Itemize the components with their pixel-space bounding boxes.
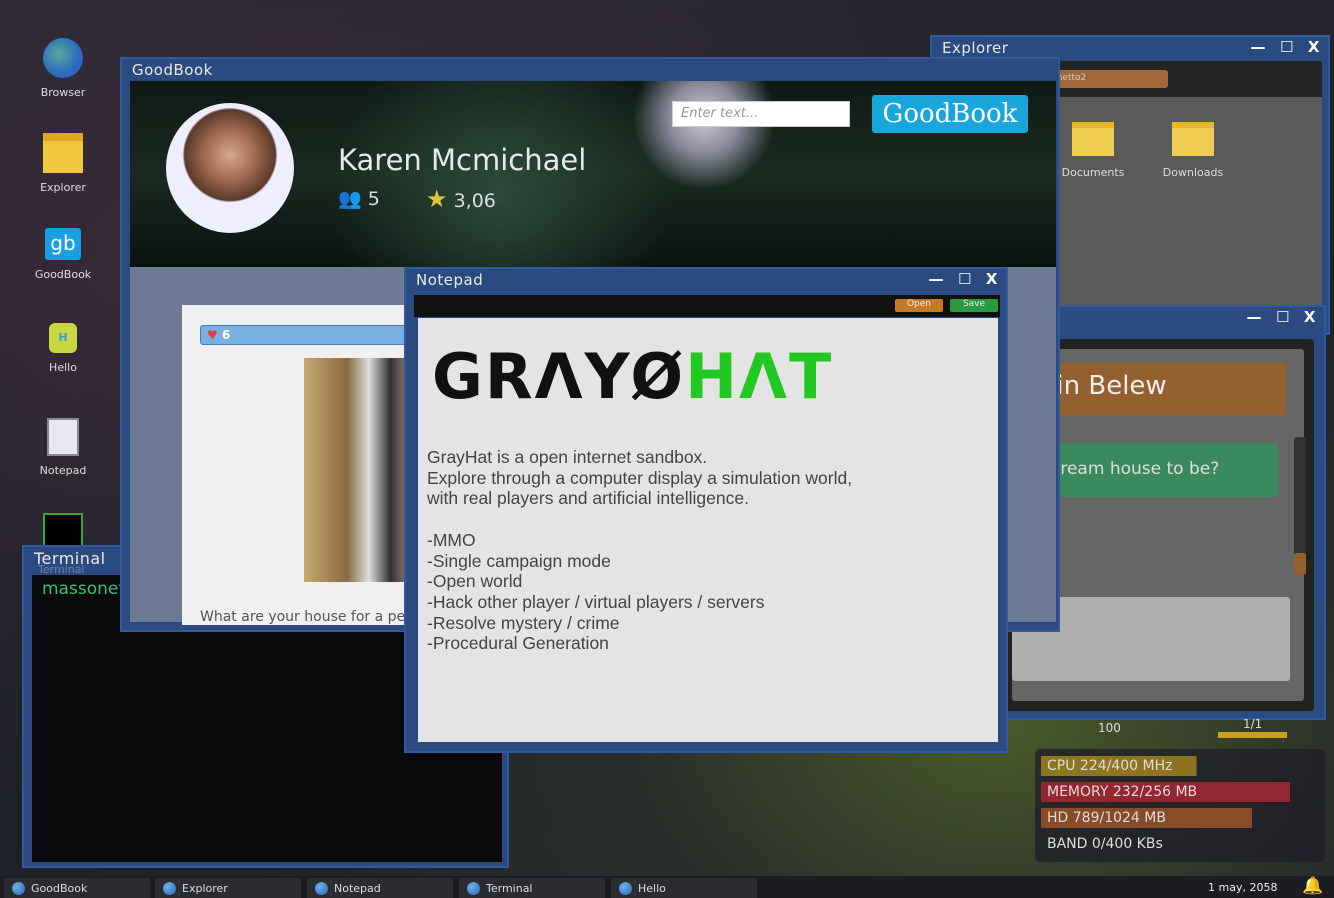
system-stats-panel: CPU 224/400 MHz MEMORY 232/256 MB HD 789…	[1035, 749, 1325, 862]
app-icon	[12, 881, 25, 895]
goodbook-logo[interactable]: GoodBook	[872, 95, 1028, 133]
folder-icon	[1172, 122, 1214, 156]
taskbar-item-notepad[interactable]: Notepad	[307, 878, 453, 898]
maximize-button[interactable]: ☐	[1276, 308, 1290, 326]
icon-label: Explorer	[40, 181, 86, 194]
notepad-icon	[47, 418, 79, 456]
task-label: Explorer	[182, 881, 228, 895]
chat-page: 1/1	[1243, 717, 1263, 731]
goodbook-icon: gb	[45, 228, 81, 260]
open-button[interactable]: Open	[895, 299, 943, 312]
taskbar-item-explorer[interactable]: Explorer	[155, 878, 301, 898]
desktop-icon-explorer[interactable]: Explorer	[22, 133, 104, 194]
taskbar-item-hello[interactable]: Hello	[611, 878, 757, 898]
friends-value: 5	[367, 188, 380, 210]
folder-downloads[interactable]: Downloads	[1153, 122, 1233, 179]
logo-part: HΛT	[685, 340, 834, 413]
task-label: Terminal	[486, 881, 533, 895]
profile-header: Karen Mcmichael 👥 5 ★ 3,06 Enter text...…	[130, 81, 1056, 267]
maximize-button[interactable]: ☐	[1280, 38, 1294, 56]
close-button[interactable]: X	[986, 270, 998, 288]
logo-part: GRΛYØ	[432, 340, 686, 413]
task-label: Hello	[638, 881, 666, 895]
goodbook-titlebar[interactable]: GoodBook	[122, 59, 1058, 83]
scrollbar[interactable]	[1294, 437, 1306, 575]
notepad-line: -Single campaign mode	[427, 550, 611, 571]
folder-label: Documents	[1061, 166, 1125, 179]
hd-stat: HD 789/1024 MB	[1041, 808, 1252, 828]
desktop-icon-notepad[interactable]: Notepad	[22, 418, 104, 477]
minimize-button[interactable]: —	[928, 270, 944, 288]
taskbar-item-goodbook[interactable]: GoodBook	[4, 878, 150, 898]
folder-icon	[43, 133, 83, 173]
minimize-button[interactable]: —	[1246, 308, 1262, 326]
notepad-line: -Hack other player / virtual players / s…	[427, 591, 765, 612]
window-title: Notepad	[416, 271, 484, 289]
notepad-titlebar[interactable]: Notepad — ☐ X	[406, 269, 1006, 293]
desktop-icon-hello[interactable]: H Hello	[22, 323, 104, 374]
page-bar	[1218, 732, 1287, 738]
notepad-line: with real players and artificial intelli…	[427, 488, 749, 509]
notepad-line: -Procedural Generation	[427, 633, 609, 654]
window-title: GoodBook	[132, 61, 213, 79]
app-icon	[619, 881, 632, 895]
chat-bubble-icon: H	[49, 323, 77, 353]
notepad-line: Explore through a computer display a sim…	[427, 467, 853, 488]
window-title: Explorer	[942, 39, 1009, 57]
folder-label: Downloads	[1162, 166, 1224, 179]
friends-count: 👥 5	[338, 187, 380, 210]
search-input[interactable]: Enter text...	[672, 101, 850, 127]
save-button[interactable]: Save	[950, 299, 998, 312]
like-bar[interactable]: ♥ 6	[200, 325, 422, 345]
like-count: 6	[221, 328, 231, 342]
notepad-body: GrayHat is a open internet sandbox. Explo…	[427, 447, 852, 654]
app-icon	[315, 881, 328, 895]
band-stat: BAND 0/400 KBs	[1047, 836, 1163, 852]
chat-count: 100	[1098, 721, 1121, 735]
minimize-button[interactable]: —	[1250, 38, 1266, 56]
scrollbar-thumb[interactable]	[1294, 553, 1306, 575]
desktop-icon-browser[interactable]: Browser	[22, 38, 104, 99]
close-button[interactable]: X	[1304, 308, 1316, 326]
notepad-line: -Open world	[427, 571, 523, 592]
notepad-line: GrayHat is a open internet sandbox.	[427, 447, 708, 467]
profile-avatar	[166, 103, 294, 233]
profile-name: Karen Mcmichael	[338, 143, 587, 177]
notepad-line: -Resolve mystery / crime	[427, 612, 620, 633]
notepad-window: Notepad — ☐ X Open Save GRΛYØHΛT GrayHat i…	[404, 267, 1008, 753]
icon-label: GoodBook	[34, 268, 92, 281]
close-button[interactable]: X	[1308, 38, 1320, 56]
rating-value: 3,06	[453, 190, 496, 212]
terminal-desktop-icon[interactable]	[43, 513, 83, 549]
notepad-toolbar: Open Save	[414, 295, 1000, 317]
rating: ★ 3,06	[426, 185, 496, 213]
heart-icon: ♥	[207, 328, 218, 342]
folder-icon	[1072, 122, 1114, 156]
post-card: ♥ 6 What are your house for a pe	[182, 305, 422, 625]
notepad-text-area[interactable]: GRΛYØHΛT GrayHat is a open internet sand…	[418, 318, 998, 742]
friends-icon: 👥	[338, 188, 362, 210]
grayhat-logo: GRΛYØHΛT	[432, 344, 833, 410]
maximize-button[interactable]: ☐	[958, 270, 972, 288]
app-icon	[163, 881, 176, 895]
icon-label: Hello	[49, 361, 77, 374]
taskbar-item-terminal[interactable]: Terminal	[459, 878, 605, 898]
icon-label: Browser	[40, 86, 86, 99]
app-icon	[467, 881, 480, 895]
folder-documents[interactable]: Documents	[1053, 122, 1133, 179]
notepad-line: -MMO	[427, 529, 476, 550]
task-label: GoodBook	[31, 881, 88, 895]
star-icon: ★	[426, 185, 448, 213]
post-text: What are your house for a pe	[200, 609, 406, 625]
notepad-line	[427, 509, 852, 530]
task-label: Notepad	[334, 881, 381, 895]
post-image	[304, 358, 412, 582]
globe-icon	[43, 38, 83, 78]
bell-icon[interactable]: 🔔	[1302, 876, 1323, 896]
memory-stat: MEMORY 232/256 MB	[1041, 782, 1290, 802]
clock-date: 1 may, 2058	[1208, 881, 1278, 894]
icon-label: Notepad	[39, 464, 87, 477]
cpu-stat: CPU 224/400 MHz	[1041, 756, 1319, 776]
desktop-icon-goodbook[interactable]: gb GoodBook	[22, 228, 104, 281]
